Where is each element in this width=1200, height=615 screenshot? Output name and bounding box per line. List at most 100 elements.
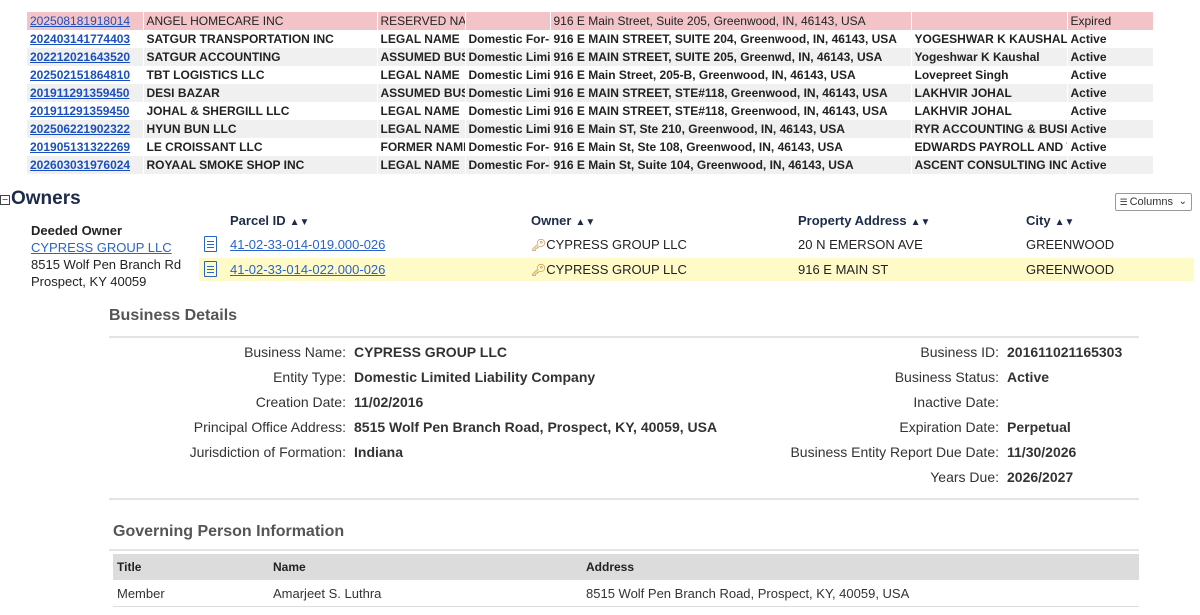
parcel-row-highlighted[interactable]: 41-02-33-014-022.000-026 🔑︎CYPRESS GROUP… <box>199 258 1194 281</box>
business-name-cell: SATGUR TRANSPORTATION INC <box>143 30 378 48</box>
deeded-owner-label: Deeded Owner <box>31 223 123 238</box>
business-id-link[interactable]: 202403141774403 <box>30 32 130 46</box>
section-divider <box>109 336 1139 338</box>
owners-title: Owners <box>11 188 81 209</box>
parcel-id-link[interactable]: 41-02-33-014-019.000-026 <box>230 237 385 252</box>
business-row[interactable]: 201905131322269 LE CROISSANT LLC FORMER NA… <box>27 138 1154 156</box>
detail-label: Business ID: <box>920 344 999 360</box>
address-cell: 916 E Main Street, 205-B, Greenwood, IN,… <box>550 66 912 84</box>
section-divider <box>109 498 1139 500</box>
business-results-table: 202508181918014 ANGEL HOMECARE INC RESERVE… <box>27 12 1154 174</box>
business-id-link[interactable]: 202603031976024 <box>30 158 130 172</box>
status-cell: Active <box>1067 84 1154 102</box>
business-name-cell: DESI BAZAR <box>143 84 378 102</box>
business-id-link[interactable]: 202506221902322 <box>30 122 130 136</box>
governing-address-cell: 8515 Wolf Pen Branch Road, Prospect, KY,… <box>586 586 910 601</box>
chevron-down-icon: ⌄ <box>1178 196 1187 207</box>
parcel-row[interactable]: 41-02-33-014-019.000-026 🔑︎CYPRESS GROUP… <box>199 233 1194 256</box>
address-cell: 916 E Main Street, Suite 205, Greenwood,… <box>550 12 912 30</box>
business-id-link[interactable]: 201911291359450 <box>30 104 129 118</box>
column-header-parcel-id[interactable]: Parcel ID ▲▼ <box>230 213 309 231</box>
detail-label: Creation Date: <box>255 394 346 410</box>
status-cell: Expired <box>1067 12 1154 30</box>
entity-type-cell: Domestic Limit <box>465 120 551 138</box>
header-title: Title <box>117 560 142 574</box>
detail-value: 11/30/2026 <box>1007 444 1077 460</box>
address-cell: 916 E Main ST, Ste 210, Greenwood, IN, 4… <box>550 120 912 138</box>
deeded-owner-link[interactable]: CYPRESS GROUP LLC <box>31 240 172 255</box>
governing-person-title: Governing Person Information <box>113 523 345 540</box>
property-address-cell: 20 N EMERSON AVE <box>798 237 923 252</box>
name-type-cell: RESERVED NAME <box>377 12 466 30</box>
agent-cell: LAKHVIR JOHAL <box>911 102 1068 120</box>
entity-type-cell <box>465 12 551 30</box>
business-row[interactable]: 201911291359450 JOHAL & SHERGILL LLC LEGAL… <box>27 102 1154 120</box>
name-type-cell: LEGAL NAME <box>377 120 466 138</box>
detail-label: Principal Office Address: <box>193 419 346 435</box>
business-id-link[interactable]: 202212021643520 <box>30 50 130 64</box>
detail-label: Business Entity Report Due Date: <box>790 444 999 460</box>
agent-cell: RYR ACCOUNTING & BUSIN <box>911 120 1068 138</box>
detail-value: 8515 Wolf Pen Branch Road, Prospect, KY,… <box>354 419 718 435</box>
deeded-owner-block: Deeded Owner CYPRESS GROUP LLC 8515 Wolf… <box>31 222 181 290</box>
deeded-owner-address-line1: 8515 Wolf Pen Branch Rd <box>31 257 182 272</box>
columns-button[interactable]: ☰ Columns ⌄ <box>1114 193 1192 211</box>
business-row[interactable]: 202502151864810 TBT LOGISTICS LLC LEGAL NA… <box>27 66 1154 84</box>
detail-label: Inactive Date: <box>913 394 999 410</box>
columns-button-label: Columns <box>1129 196 1173 208</box>
detail-label: Expiration Date: <box>899 419 999 435</box>
name-type-cell: LEGAL NAME <box>377 66 466 84</box>
row-divider <box>113 606 1139 607</box>
business-id-link[interactable]: 201905131322269 <box>30 140 130 154</box>
name-type-cell: LEGAL NAME <box>377 30 466 48</box>
name-type-cell: FORMER NAME <box>377 138 466 156</box>
business-row[interactable]: 202403141774403 SATGUR TRANSPORTATION INC… <box>27 30 1154 48</box>
detail-label: Business Status: <box>894 369 999 385</box>
entity-type-cell: Domestic Limit <box>465 48 551 66</box>
column-header-city[interactable]: City ▲▼ <box>1026 213 1074 231</box>
address-cell: 916 E Main St, Suite 104, Greenwood, IN,… <box>550 156 912 174</box>
business-id-link[interactable]: 202508181918014 <box>30 14 130 28</box>
status-cell: Active <box>1067 102 1154 120</box>
business-name-cell: JOHAL & SHERGILL LLC <box>143 102 378 120</box>
business-id-link[interactable]: 202502151864810 <box>30 68 130 82</box>
agent-cell: ASCENT CONSULTING INC <box>911 156 1068 174</box>
detail-label: Business Name: <box>244 344 346 360</box>
detail-value: Indiana <box>354 444 404 460</box>
governing-title-cell: Member <box>117 586 165 601</box>
business-name-cell: LE CROISSANT LLC <box>143 138 378 156</box>
key-icon: 🔑︎ <box>531 263 547 277</box>
parcel-id-link[interactable]: 41-02-33-014-022.000-026 <box>230 262 385 277</box>
sort-icon: ▲▼ <box>289 217 310 228</box>
address-cell: 916 E MAIN STREET, SUITE 204, Greenwood,… <box>550 30 912 48</box>
business-row[interactable]: 201911291359450 DESI BAZAR ASSUMED BUS Dome… <box>27 84 1154 102</box>
key-icon: 🔑︎ <box>531 238 547 252</box>
business-row[interactable]: 202506221902322 HYUN BUN LLC LEGAL NAME Dom… <box>27 120 1154 138</box>
address-cell: 916 E MAIN STREET, STE#118, Greenwood, I… <box>550 102 912 120</box>
business-row-expired[interactable]: 202508181918014 ANGEL HOMECARE INC RESERVE… <box>27 12 1154 30</box>
entity-type-cell: Domestic For-P <box>465 30 551 48</box>
detail-label: Entity Type: <box>273 369 346 385</box>
detail-value: 2026/2027 <box>1007 469 1074 485</box>
entity-type-cell: Domestic For-P <box>465 138 551 156</box>
entity-type-cell: Domestic Limit <box>465 66 551 84</box>
column-header-owner[interactable]: Owner ▲▼ <box>531 213 595 231</box>
address-cell: 916 E MAIN STREET, SUITE 205, Greenwd, I… <box>550 48 912 66</box>
business-name-cell: SATGUR ACCOUNTING <box>143 48 378 66</box>
status-cell: Active <box>1067 120 1154 138</box>
business-id-link[interactable]: 201911291359450 <box>30 86 129 100</box>
column-header-property-address[interactable]: Property Address ▲▼ <box>798 213 930 231</box>
detail-label: Years Due: <box>930 469 999 485</box>
collapse-toggle-icon[interactable]: − <box>0 195 10 205</box>
entity-type-cell: Domestic Limit <box>465 84 551 102</box>
agent-cell: Lovepreet Singh <box>911 66 1068 84</box>
business-row[interactable]: 202212021643520 SATGUR ACCOUNTING ASSUMED … <box>27 48 1154 66</box>
detail-value: CYPRESS GROUP LLC <box>354 344 507 360</box>
business-name-cell: TBT LOGISTICS LLC <box>143 66 378 84</box>
detail-value: 11/02/2016 <box>354 394 424 410</box>
business-row[interactable]: 202603031976024 ROYAAL SMOKE SHOP INC LEGA… <box>27 156 1154 174</box>
document-icon[interactable] <box>204 261 217 277</box>
name-type-cell: LEGAL NAME <box>377 156 466 174</box>
document-icon[interactable] <box>204 236 217 252</box>
owners-section-header: − Owners <box>0 186 81 212</box>
